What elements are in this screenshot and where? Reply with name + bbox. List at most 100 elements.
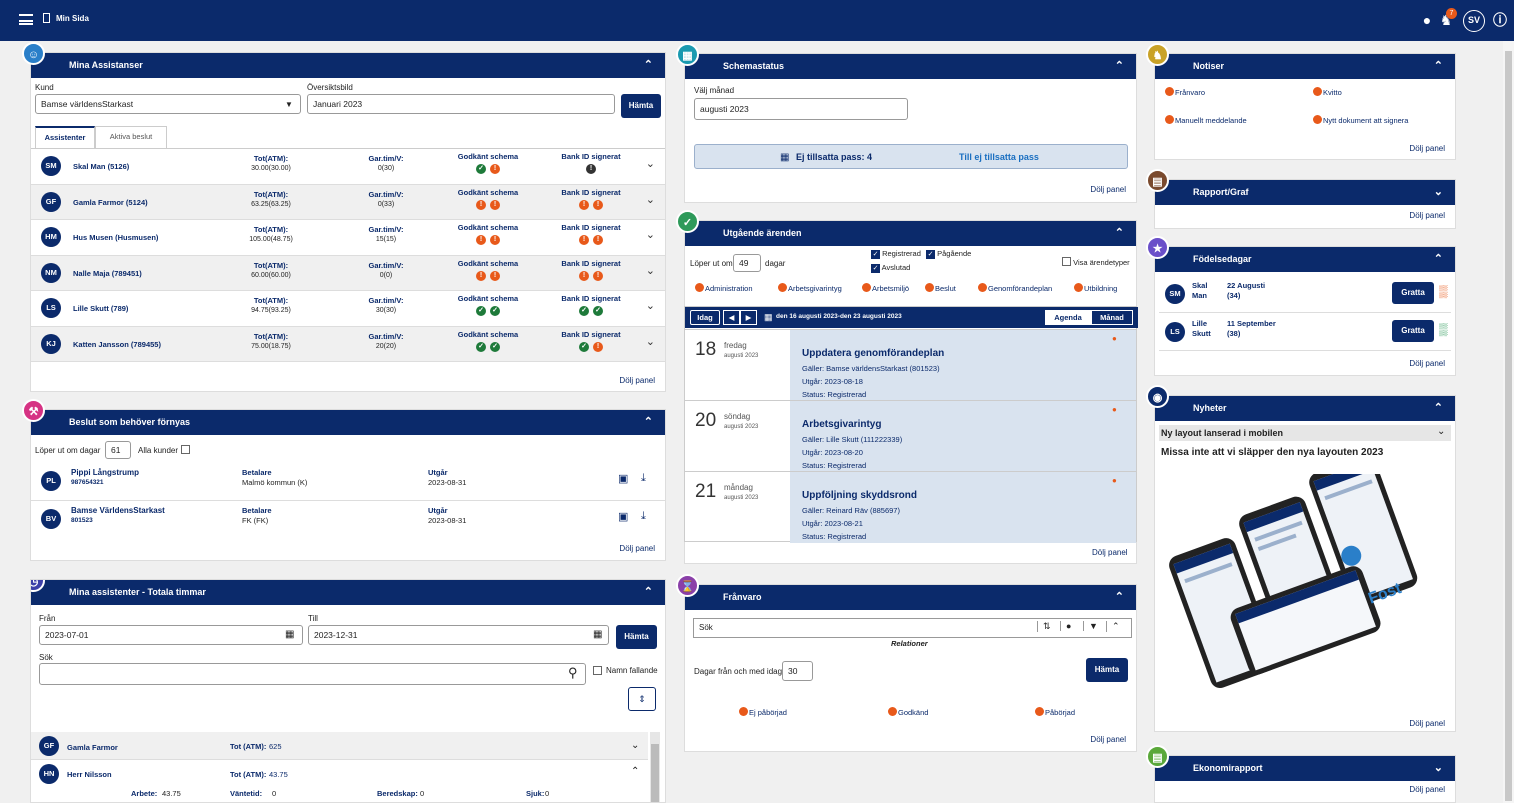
notis-manuellt[interactable]: Manuellt meddelande — [1165, 115, 1247, 125]
dolj-panel-link[interactable]: Dölj panel — [1409, 785, 1445, 794]
kund-select[interactable]: Bamse världensStarkast — [35, 94, 301, 114]
status-godkand[interactable]: Godkänd — [888, 707, 928, 717]
check-registrerad[interactable]: ✓ Registrerad — [871, 249, 921, 259]
table-row[interactable]: NM Nalle Maja (789451) Tot(ATM): 60.00(60.0… — [31, 255, 665, 291]
dolj-panel-link[interactable]: Dölj panel — [1409, 719, 1445, 728]
event-card[interactable]: Uppdatera genomförandeplan Gäller: Bamse … — [790, 330, 1136, 401]
menu-icon[interactable] — [19, 14, 33, 25]
loper-input[interactable]: 61 — [105, 441, 131, 459]
chevron-down-icon[interactable]: ⌄ — [646, 299, 655, 312]
event-card[interactable]: Arbetsgivarintyg Gäller: Lille Skutt (111… — [790, 401, 1136, 472]
search-icon[interactable]: ⚲ — [568, 665, 578, 681]
dolj-panel-link[interactable]: Dölj panel — [619, 544, 655, 553]
calendar-icon[interactable]: ▦ — [285, 629, 294, 640]
table-row[interactable]: KJ Katten Jansson (789455) Tot(ATM): 75.00(… — [31, 326, 665, 362]
notis-kvitto[interactable]: Kvitto — [1313, 87, 1342, 97]
dagar-input[interactable]: 30 — [782, 661, 813, 681]
till-input[interactable]: 2023-12-31 — [308, 625, 609, 645]
info-icon[interactable]: ⓘ — [1491, 11, 1509, 29]
tab-aktiva-beslut[interactable]: Aktiva beslut — [95, 126, 167, 148]
table-row[interactable]: HM Hus Musen (Husmusen) Tot(ATM): 105.00(48… — [31, 220, 665, 256]
download-icon[interactable]: ⤓ — [641, 510, 646, 523]
copy-icon[interactable]: ▣ — [618, 472, 628, 485]
globe-icon[interactable]: ● — [1418, 11, 1436, 29]
chevron-up-icon[interactable]: ⌃ — [1115, 585, 1124, 610]
hamta-button[interactable]: Hämta — [1086, 658, 1128, 682]
chevron-down-icon[interactable]: ⌄ — [1434, 180, 1443, 205]
idag-button[interactable]: Idag — [690, 310, 720, 325]
next-button[interactable]: ▶ — [740, 310, 757, 325]
till-ej-tillsatta-link[interactable]: Till ej tillsatta pass — [959, 152, 1039, 162]
tag-beslut[interactable]: Beslut — [925, 283, 956, 293]
dolj-panel-link[interactable]: Dölj panel — [1409, 359, 1445, 368]
table-row[interactable]: GF Gamla Farmor Tot (ATM): 625 ⌄ — [31, 732, 648, 760]
oversikt-input[interactable]: Januari 2023 — [307, 94, 615, 114]
namn-fallande-checkbox[interactable] — [593, 666, 602, 675]
dolj-panel-link[interactable]: Dölj panel — [619, 376, 655, 385]
manad-button[interactable]: Månad — [1091, 310, 1133, 325]
sort-toggle-button[interactable]: ⇕ — [628, 687, 656, 711]
dolj-panel-link[interactable]: Dölj panel — [1092, 548, 1128, 557]
tag-arbetsgivarintyg[interactable]: Arbetsgivarintyg — [778, 283, 842, 293]
sort-icon[interactable]: ⇅ — [1037, 621, 1051, 632]
agenda-button[interactable]: Agenda — [1045, 310, 1091, 325]
prev-button[interactable]: ◀ — [723, 310, 740, 325]
tag-arbetsmiljo[interactable]: Arbetsmiljö — [862, 283, 909, 293]
copy-icon[interactable]: ▣ — [618, 510, 628, 523]
user-avatar[interactable]: SV — [1463, 10, 1485, 32]
calendar-event-row[interactable]: 20 söndag augusti 2023 Arbetsgivarintyg Gäll… — [685, 400, 1136, 472]
loper-input[interactable]: 49 — [733, 254, 761, 272]
tag-genomforandeplan[interactable]: Genomförandeplan — [978, 283, 1052, 293]
chevron-up-icon[interactable]: ⌃ — [1434, 396, 1443, 421]
chevron-down-icon[interactable]: ⌄ — [646, 157, 655, 170]
manad-input[interactable]: augusti 2023 — [694, 98, 908, 120]
notis-nytt-dokument[interactable]: Nytt dokument att signera — [1313, 115, 1408, 125]
table-row[interactable]: PL Pippi Långstrump 987654321 Betalare Malmö… — [31, 463, 665, 501]
chevron-up-icon[interactable]: ⌃ — [644, 580, 653, 605]
chevron-down-icon[interactable]: ⌄ — [631, 740, 639, 751]
calendar-event-row[interactable]: 21 måndag augusti 2023 Uppföljning skyddsro… — [685, 471, 1136, 543]
table-row[interactable]: HN Herr Nilsson Tot (ATM): 43.75 ⌃ Arbet… — [31, 760, 648, 802]
chevron-up-icon[interactable]: ⌃ — [1115, 54, 1124, 79]
chevron-down-icon[interactable]: ⌄ — [646, 264, 655, 277]
person-icon[interactable]: ● — [1060, 621, 1071, 631]
hamta-button[interactable]: Hämta — [616, 625, 657, 649]
chevron-up-icon[interactable]: ⌃ — [644, 410, 653, 435]
tag-utbildning[interactable]: Utbildning — [1074, 283, 1117, 293]
download-icon[interactable]: ⤓ — [641, 472, 646, 485]
tab-assistenter[interactable]: Assistenter — [35, 126, 95, 148]
notis-franvaro[interactable]: Frånvaro — [1165, 87, 1205, 97]
table-row[interactable]: BV Bamse VärldensStarkast 801523 Betalare FK… — [31, 501, 665, 539]
sok-input[interactable] — [39, 663, 586, 685]
status-ej-paborjad[interactable]: Ej påbörjad — [739, 707, 787, 717]
event-card[interactable]: Uppföljning skyddsrond Gäller: Reinard Rä… — [790, 472, 1136, 543]
filter-icon[interactable]: ▼ — [1083, 621, 1098, 631]
status-paborjad[interactable]: Påbörjad — [1035, 707, 1075, 717]
gratta-button[interactable]: Gratta — [1392, 320, 1434, 342]
chevron-down-icon[interactable]: ⌄ — [1434, 756, 1443, 781]
list-scrollbar[interactable] — [650, 732, 660, 802]
dolj-panel-link[interactable]: Dölj panel — [1409, 144, 1445, 153]
table-row[interactable]: LS Lille Skutt (789) Tot(ATM): 94.75(93.25)… — [31, 291, 665, 327]
chevron-up-icon[interactable]: ⌃ — [1434, 54, 1443, 79]
dolj-panel-link[interactable]: Dölj panel — [1409, 211, 1445, 220]
dolj-panel-link[interactable]: Dölj panel — [1090, 185, 1126, 194]
visa-arendetyper[interactable]: Visa ärendetyper — [1062, 257, 1130, 267]
chevron-down-icon[interactable]: ⌄ — [646, 335, 655, 348]
calendar-icon[interactable]: ▦ — [593, 629, 602, 640]
check-pagaende[interactable]: ✓ Pågående — [926, 249, 971, 259]
gratta-button[interactable]: Gratta — [1392, 282, 1434, 304]
tag-administration[interactable]: Administration — [695, 283, 753, 293]
page-scrollbar[interactable] — [1503, 41, 1514, 803]
chevron-up-icon[interactable]: ⌃ — [1106, 621, 1120, 632]
chevron-up-icon[interactable]: ⌃ — [1434, 247, 1443, 272]
chevron-up-icon[interactable]: ⌃ — [644, 53, 653, 78]
chevron-up-icon[interactable]: ⌃ — [1115, 221, 1124, 246]
chevron-down-icon[interactable]: ⌄ — [646, 193, 655, 206]
chevron-up-icon[interactable]: ⌃ — [631, 766, 639, 777]
dolj-panel-link[interactable]: Dölj panel — [1090, 735, 1126, 744]
hamta-button[interactable]: Hämta — [621, 94, 661, 118]
fran-input[interactable]: 2023-07-01 — [39, 625, 303, 645]
alla-kunder-checkbox[interactable] — [181, 445, 190, 454]
calendar-event-row[interactable]: 18 fredag augusti 2023 Uppdatera genomföran… — [685, 329, 1136, 401]
